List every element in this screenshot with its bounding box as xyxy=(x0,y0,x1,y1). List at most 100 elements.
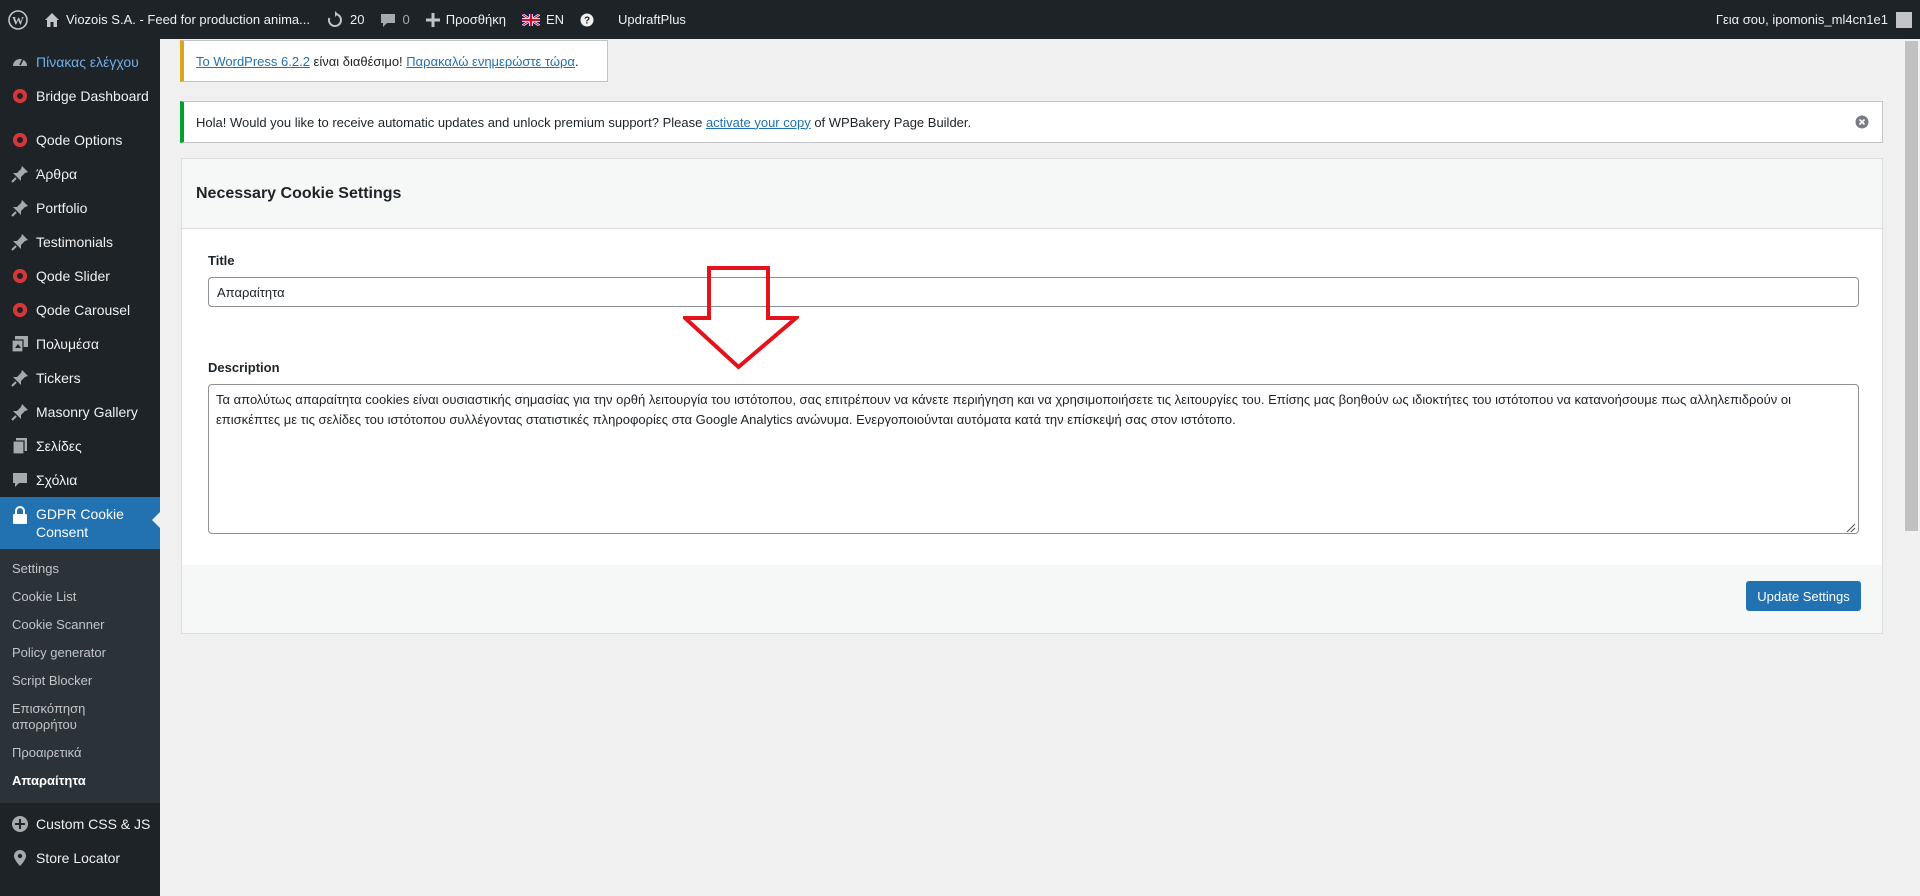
avatar xyxy=(1896,11,1912,28)
greeting: Γεια σου, ipomonis_ml4cn1e1 xyxy=(1715,12,1888,27)
menu-list-after: Custom CSS & JS Store Locator xyxy=(0,807,160,875)
menu-label: Σελίδες xyxy=(36,438,82,454)
plus-icon xyxy=(425,12,440,27)
title-label: Title xyxy=(208,253,235,268)
main-content: Το WordPress 6.2.2 είναι διαθέσιμο! Παρα… xyxy=(160,39,1905,896)
admin-bar: W Viozois S.A. - Feed for production ani… xyxy=(0,0,1920,39)
updraftplus-label: UpdraftPlus xyxy=(618,12,686,27)
updraftplus-link[interactable]: UpdraftPlus xyxy=(602,0,694,39)
submenu-item[interactable]: Cookie List xyxy=(0,583,160,611)
description-label: Description xyxy=(208,360,280,375)
wordpress-version-link[interactable]: Το WordPress 6.2.2 xyxy=(196,54,310,69)
update-settings-button[interactable]: Update Settings xyxy=(1746,581,1861,611)
site-name-link[interactable]: Viozois S.A. - Feed for production anima… xyxy=(36,0,318,39)
menu-label: Portfolio xyxy=(36,200,88,216)
menu-label: Qode Options xyxy=(36,132,123,148)
submenu-item[interactable]: Επισκόπηση απορρήτου xyxy=(0,695,160,739)
title-input-value: Απαραίτητα xyxy=(217,284,285,300)
updates-icon xyxy=(326,10,344,29)
update-now-link[interactable]: Παρακαλώ ενημερώστε τώρα xyxy=(406,54,575,69)
qode-icon xyxy=(10,266,30,286)
home-icon xyxy=(44,12,60,28)
page-scrollbar[interactable] xyxy=(1903,39,1920,896)
notice-text-end: . xyxy=(574,53,579,69)
pin-icon xyxy=(10,232,30,252)
new-label: Προσθήκη xyxy=(445,12,506,27)
submenu-item[interactable]: Settings xyxy=(0,555,160,583)
svg-text:?: ? xyxy=(584,15,590,26)
admin-menu: Πίνακας ελέγχου Bridge Dashboard Qode Op… xyxy=(0,39,160,896)
wordpress-logo-icon[interactable]: W xyxy=(0,0,36,39)
menu-item-qode-options[interactable]: Qode Options xyxy=(0,123,160,157)
panel-title: Necessary Cookie Settings xyxy=(182,159,1882,229)
submenu-item[interactable]: Cookie Scanner xyxy=(0,611,160,639)
menu-item-σχόλια[interactable]: Σχόλια xyxy=(0,463,160,497)
menu-item-σελίδες[interactable]: Σελίδες xyxy=(0,429,160,463)
language-switcher[interactable]: EN xyxy=(514,0,572,39)
language-label: EN xyxy=(545,12,564,27)
menu-item-portfolio[interactable]: Portfolio xyxy=(0,191,160,225)
settings-panel: Necessary Cookie Settings Title Απαραίτη… xyxy=(181,158,1883,634)
menu-label: Tickers xyxy=(36,370,81,386)
scrollbar-thumb[interactable] xyxy=(1905,41,1918,531)
description-textarea[interactable]: Τα απολύτως απαραίτητα cookies είναι ουσ… xyxy=(208,384,1859,534)
menu-item-tickers[interactable]: Tickers xyxy=(0,361,160,395)
panel-footer: Update Settings xyxy=(182,565,1882,633)
menu-label: Πίνακας ελέγχου xyxy=(36,54,139,70)
dashboard-icon xyxy=(10,52,30,72)
menu-item-bridge-dashboard[interactable]: Bridge Dashboard xyxy=(0,79,160,113)
dismiss-icon[interactable] xyxy=(1854,114,1870,130)
resize-handle-icon[interactable] xyxy=(1844,519,1856,533)
submenu-item[interactable]: Policy generator xyxy=(0,639,160,667)
menu-label: GDPR Cookie Consent xyxy=(36,506,124,540)
activate-copy-link[interactable]: activate your copy xyxy=(706,115,811,130)
lock-icon xyxy=(10,505,30,525)
notice-text: είναι διαθέσιμο! xyxy=(309,53,407,69)
pin-icon xyxy=(10,198,30,218)
qode-icon xyxy=(10,300,30,320)
help-icon[interactable]: ? xyxy=(572,0,602,39)
menu-item-custom-css-js[interactable]: Custom CSS & JS xyxy=(0,807,160,841)
menu-item-άρθρα[interactable]: Άρθρα xyxy=(0,157,160,191)
panel-body: Title Απαραίτητα Description Τα απολύτως… xyxy=(182,229,1882,565)
pin-icon xyxy=(10,402,30,422)
pin-icon xyxy=(10,164,30,184)
updates-link[interactable]: 20 xyxy=(318,0,372,39)
red-arrow-annotation-icon xyxy=(679,266,802,373)
title-input[interactable]: Απαραίτητα xyxy=(208,277,1859,307)
comments-link[interactable]: 0 xyxy=(372,0,417,39)
menu-item-gdpr-cookie-consent[interactable]: GDPR Cookie Consent xyxy=(0,497,160,549)
my-account-link[interactable]: Γεια σου, ipomonis_ml4cn1e1 xyxy=(1708,0,1920,39)
site-name: Viozois S.A. - Feed for production anima… xyxy=(66,12,310,27)
menu-label: Qode Slider xyxy=(36,268,110,284)
location-icon xyxy=(10,848,30,868)
menu-item-qode-carousel[interactable]: Qode Carousel xyxy=(0,293,160,327)
qode-icon xyxy=(10,86,30,106)
pin-icon xyxy=(10,368,30,388)
new-content-link[interactable]: Προσθήκη xyxy=(418,0,514,39)
menu-item-masonry-gallery[interactable]: Masonry Gallery xyxy=(0,395,160,429)
menu-label: Σχόλια xyxy=(36,472,78,488)
menu-label: Bridge Dashboard xyxy=(36,88,149,104)
wordpress-update-notice: Το WordPress 6.2.2 είναι διαθέσιμο! Παρα… xyxy=(180,40,608,82)
notice-text: Hola! Would you like to receive automati… xyxy=(196,114,706,130)
menu-item-dashboard[interactable]: Πίνακας ελέγχου xyxy=(0,45,160,79)
menu-label: Custom CSS & JS xyxy=(36,816,151,832)
submenu-item[interactable]: Απαραίτητα xyxy=(0,767,160,795)
menu-item-store-locator[interactable]: Store Locator xyxy=(0,841,160,875)
submenu-item[interactable]: Προαιρετικά xyxy=(0,739,160,767)
wpbakery-notice: Hola! Would you like to receive automati… xyxy=(180,101,1883,143)
submenu-item[interactable]: Script Blocker xyxy=(0,667,160,695)
menu-label: Store Locator xyxy=(36,850,121,866)
menu-item-qode-slider[interactable]: Qode Slider xyxy=(0,259,160,293)
comments-count: 0 xyxy=(402,12,410,27)
menu-label: Masonry Gallery xyxy=(36,404,138,420)
page-icon xyxy=(10,436,30,456)
plus-circle-icon xyxy=(10,814,30,834)
menu-item-πολυμέσα[interactable]: Πολυμέσα xyxy=(0,327,160,361)
media-icon xyxy=(10,334,30,354)
menu-label: Testimonials xyxy=(36,234,114,250)
menu-item-testimonials[interactable]: Testimonials xyxy=(0,225,160,259)
qode-icon xyxy=(10,130,30,150)
gdpr-submenu: Settings Cookie List Cookie Scanner Policy … xyxy=(0,549,160,803)
